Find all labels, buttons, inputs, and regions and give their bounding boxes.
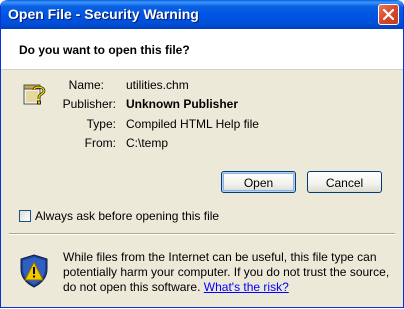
- whats-the-risk-link[interactable]: What's the risk?: [204, 280, 289, 294]
- publisher-label: Publisher:: [62, 97, 116, 111]
- type-label: Type:: [86, 117, 116, 131]
- dialog-question: Do you want to open this file?: [19, 43, 190, 57]
- from-value: C:\temp: [126, 136, 169, 150]
- type-value: Compiled HTML Help file: [126, 117, 259, 131]
- security-shield-icon: [20, 254, 48, 288]
- from-label: From:: [84, 136, 116, 150]
- cancel-button[interactable]: Cancel: [307, 171, 382, 193]
- warning-message: While files from the Internet can be use…: [63, 250, 393, 295]
- open-button[interactable]: Open: [221, 171, 296, 193]
- divider: [9, 233, 395, 235]
- name-value: utilities.chm: [126, 78, 189, 92]
- header-band: Do you want to open this file?: [1, 29, 403, 70]
- publisher-value: Unknown Publisher: [126, 97, 239, 111]
- title-bar[interactable]: Open File - Security Warning: [1, 0, 403, 29]
- close-button[interactable]: [378, 4, 399, 25]
- name-label: Name:: [68, 78, 104, 92]
- always-ask-label[interactable]: Always ask before opening this file: [35, 209, 219, 223]
- always-ask-checkbox[interactable]: [19, 210, 31, 222]
- window-title: Open File - Security Warning: [8, 6, 199, 22]
- security-warning-dialog: Open File - Security Warning Do you want…: [0, 0, 404, 308]
- close-icon: [383, 9, 394, 20]
- help-file-icon: [23, 84, 46, 105]
